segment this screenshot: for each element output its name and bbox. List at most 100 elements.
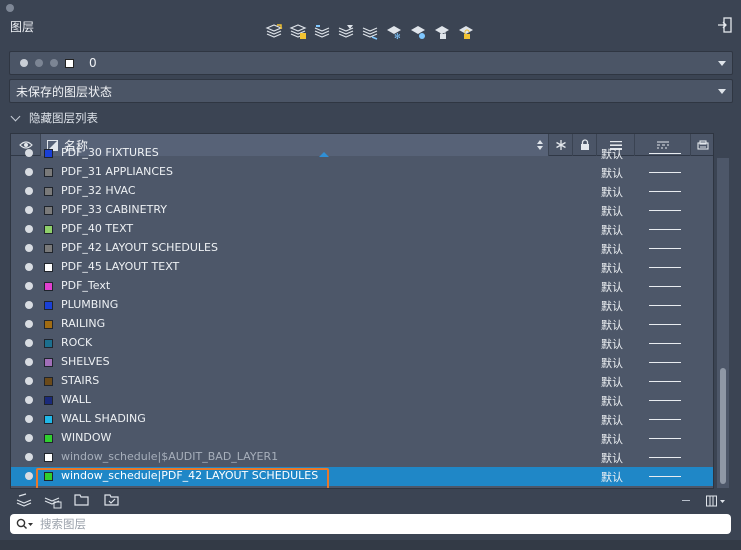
layer-lineweight[interactable]: 默认 <box>601 279 623 295</box>
layer-row[interactable]: WALL SHADING 默认 <box>11 410 713 429</box>
layer-linetype-line[interactable] <box>649 438 681 439</box>
layer-color-swatch[interactable] <box>44 377 53 386</box>
layer-on-toggle[interactable] <box>25 244 33 252</box>
layer-lineweight[interactable]: 默认 <box>601 146 623 162</box>
layer-row[interactable]: PLUMBING 默认 <box>11 296 713 315</box>
layer-lineweight[interactable]: 默认 <box>601 431 623 447</box>
layer-linetype-line[interactable] <box>649 457 681 458</box>
layer-row[interactable]: PDF_31 APPLIANCES 默认 <box>11 163 713 182</box>
layer-linetype-line[interactable] <box>649 267 681 268</box>
layer-color-swatch[interactable] <box>44 301 53 310</box>
new-layer-vp-frozen-button[interactable] <box>288 22 308 42</box>
layer-lineweight[interactable]: 默认 <box>601 393 623 409</box>
layer-linetype-line[interactable] <box>649 229 681 230</box>
layer-linetype-line[interactable] <box>649 400 681 401</box>
layer-linetype-line[interactable] <box>649 210 681 211</box>
layer-row[interactable]: SHELVES 默认 <box>11 353 713 372</box>
new-layer-button[interactable] <box>264 22 284 42</box>
layer-lineweight[interactable]: 默认 <box>601 203 623 219</box>
layer-state-dropdown[interactable]: 未保存的图层状态 <box>9 79 733 103</box>
layer-linetype-line[interactable] <box>649 191 681 192</box>
layer-row[interactable]: PDF_33 CABINETRY 默认 <box>11 201 713 220</box>
layer-lineweight[interactable]: 默认 <box>601 469 623 485</box>
layer-color-swatch[interactable] <box>44 244 53 253</box>
unlock-layer-button[interactable] <box>456 22 476 42</box>
layer-off-button[interactable] <box>408 22 428 42</box>
layer-lineweight[interactable]: 默认 <box>601 165 623 181</box>
layer-linetype-line[interactable] <box>649 476 681 477</box>
layer-on-toggle[interactable] <box>25 301 33 309</box>
minus-icon[interactable] <box>682 500 690 501</box>
layer-lineweight[interactable]: 默认 <box>601 336 623 352</box>
set-current-button[interactable] <box>336 22 356 42</box>
hidden-layer-list-toggle[interactable]: 隐藏图层列表 <box>10 110 98 126</box>
layer-color-swatch[interactable] <box>44 225 53 234</box>
layer-on-toggle[interactable] <box>25 282 33 290</box>
layer-on-toggle[interactable] <box>25 168 33 176</box>
layer-on-toggle[interactable] <box>25 453 33 461</box>
layer-on-toggle[interactable] <box>25 206 33 214</box>
layer-row[interactable]: PDF_32 HVAC 默认 <box>11 182 713 201</box>
layer-color-swatch[interactable] <box>44 168 53 177</box>
layer-lineweight[interactable]: 默认 <box>601 355 623 371</box>
layer-row[interactable]: WALL 默认 <box>11 391 713 410</box>
layer-on-toggle[interactable] <box>25 320 33 328</box>
layer-on-toggle[interactable] <box>25 396 33 404</box>
current-layer-dropdown[interactable]: 0 <box>9 51 733 75</box>
layer-linetype-line[interactable] <box>649 248 681 249</box>
layer-on-toggle[interactable] <box>25 187 33 195</box>
window-close-dot[interactable] <box>6 4 14 12</box>
layer-on-toggle[interactable] <box>25 415 33 423</box>
layer-color-swatch[interactable] <box>44 396 53 405</box>
layer-color-swatch[interactable] <box>44 206 53 215</box>
layer-row[interactable]: window_schedule|$AUDIT_BAD_LAYER1 默认 <box>11 448 713 467</box>
layer-color-swatch[interactable] <box>44 282 53 291</box>
layer-linetype-line[interactable] <box>649 362 681 363</box>
layer-color-swatch[interactable] <box>44 149 53 158</box>
layer-row[interactable]: PDF_40 TEXT 默认 <box>11 220 713 239</box>
layer-color-swatch[interactable] <box>44 320 53 329</box>
delete-layer-button[interactable] <box>312 22 332 42</box>
layer-linetype-line[interactable] <box>649 381 681 382</box>
layer-color-swatch[interactable] <box>44 263 53 272</box>
layer-lineweight[interactable]: 默认 <box>601 298 623 314</box>
layer-lineweight[interactable]: 默认 <box>601 241 623 257</box>
layer-lineweight[interactable]: 默认 <box>601 317 623 333</box>
save-folder-button[interactable] <box>104 493 122 509</box>
freeze-layer-button[interactable]: ✻ <box>384 22 404 42</box>
lock-layer-button[interactable] <box>432 22 452 42</box>
layer-color-swatch[interactable] <box>44 358 53 367</box>
layer-on-toggle[interactable] <box>25 377 33 385</box>
layer-on-toggle[interactable] <box>25 472 33 480</box>
layer-lineweight[interactable]: 默认 <box>601 450 623 466</box>
layer-on-toggle[interactable] <box>25 149 33 157</box>
open-folder-button[interactable] <box>74 493 92 509</box>
layer-linetype-line[interactable] <box>649 286 681 287</box>
layer-linetype-line[interactable] <box>649 305 681 306</box>
layer-on-toggle[interactable] <box>25 434 33 442</box>
layer-on-toggle[interactable] <box>25 358 33 366</box>
layer-lineweight[interactable]: 默认 <box>601 374 623 390</box>
layer-row[interactable]: PDF_30 FIXTURES 默认 <box>11 144 713 163</box>
layer-list-scrollbar[interactable] <box>717 158 729 488</box>
layer-linetype-line[interactable] <box>649 172 681 173</box>
layer-on-toggle[interactable] <box>25 339 33 347</box>
layer-row[interactable]: RAILING 默认 <box>11 315 713 334</box>
layer-on-toggle[interactable] <box>25 225 33 233</box>
layer-linetype-line[interactable] <box>649 153 681 154</box>
layer-row[interactable]: PDF_Text 默认 <box>11 277 713 296</box>
exit-panel-button[interactable] <box>716 16 734 34</box>
layer-on-toggle[interactable] <box>25 263 33 271</box>
layer-row[interactable]: PDF_45 LAYOUT TEXT 默认 <box>11 258 713 277</box>
scrollbar-thumb[interactable] <box>720 368 726 484</box>
layer-color-swatch[interactable] <box>44 453 53 462</box>
layer-color-swatch[interactable] <box>44 187 53 196</box>
layer-lineweight[interactable]: 默认 <box>601 222 623 238</box>
layer-row[interactable]: STAIRS 默认 <box>11 372 713 391</box>
layer-states-button[interactable] <box>44 493 62 509</box>
search-input[interactable] <box>40 517 680 531</box>
isolate-layer-button[interactable] <box>360 22 380 42</box>
layer-properties-button[interactable] <box>16 493 34 509</box>
layer-linetype-line[interactable] <box>649 343 681 344</box>
layer-color-swatch[interactable] <box>44 339 53 348</box>
